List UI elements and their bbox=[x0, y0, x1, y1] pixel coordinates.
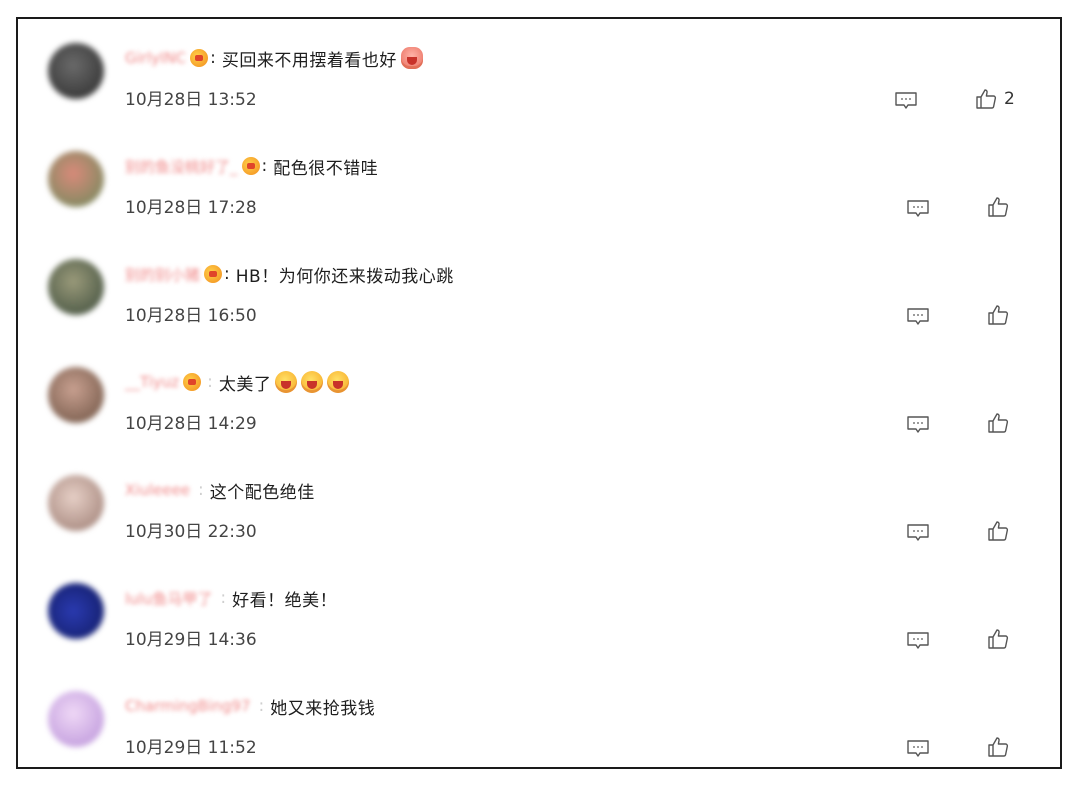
thumbs-up-icon[interactable] bbox=[986, 627, 1010, 651]
username-link[interactable]: __Tiyuz bbox=[125, 373, 179, 391]
thumbs-up-icon[interactable] bbox=[986, 195, 1010, 219]
comment-item: GirlyINC : 买回来不用摆着看也好 10月28日 13:52 2 bbox=[18, 23, 1060, 131]
colon-separator: : bbox=[198, 480, 204, 500]
comment-line: __Tiyuz : 太美了 bbox=[125, 367, 350, 397]
comment-reply-icon[interactable] bbox=[906, 415, 930, 435]
avatar[interactable] bbox=[48, 259, 104, 315]
comment-reply-icon[interactable] bbox=[894, 91, 918, 111]
comment-line: lulu鱼马甲了 : 好看！绝美！ bbox=[125, 583, 337, 613]
comment-item: __Tiyuz : 太美了 10月28日 14:29 bbox=[18, 347, 1060, 455]
comment-text: 太美了 bbox=[218, 374, 272, 395]
comment-item: 别的鱼没桃好了_ : 配色很不错哇 10月28日 17:28 bbox=[18, 131, 1060, 239]
like-count: 2 bbox=[1004, 89, 1015, 109]
comment-timestamp: 10月30日 22:30 bbox=[125, 522, 257, 542]
comment-reply-icon[interactable] bbox=[906, 307, 930, 327]
avatar[interactable] bbox=[48, 475, 104, 531]
colon-separator: : bbox=[220, 588, 227, 608]
avatar[interactable] bbox=[48, 151, 104, 207]
comment-timestamp: 10月28日 13:52 bbox=[125, 90, 257, 110]
username-link[interactable]: CharmingBing97 bbox=[125, 697, 250, 715]
username-link[interactable]: GirlyINC bbox=[125, 49, 186, 67]
comment-timestamp: 10月28日 16:50 bbox=[125, 306, 257, 326]
colon-separator: : bbox=[207, 372, 213, 392]
comment-reply-icon[interactable] bbox=[906, 523, 930, 543]
username-link[interactable]: lulu鱼马甲了 bbox=[125, 588, 212, 609]
comment-text: 配色很不错哇 bbox=[273, 158, 379, 179]
comment-reply-icon[interactable] bbox=[906, 739, 930, 759]
colon-separator: : bbox=[210, 48, 216, 68]
comment-timestamp: 10月29日 11:52 bbox=[125, 738, 257, 758]
comment-line: Xiuleeee : 这个配色绝佳 bbox=[125, 475, 315, 505]
comment-reply-icon[interactable] bbox=[906, 199, 930, 219]
avatar[interactable] bbox=[48, 43, 104, 99]
comment-text: 她又来抢我钱 bbox=[270, 698, 376, 719]
comment-timestamp: 10月29日 14:36 bbox=[125, 630, 257, 650]
comment-item: Xiuleeee : 这个配色绝佳 10月30日 22:30 bbox=[18, 455, 1060, 563]
comments-panel: GirlyINC : 买回来不用摆着看也好 10月28日 13:52 2 别的鱼… bbox=[16, 17, 1062, 769]
comment-text: 买回来不用摆着看也好 bbox=[221, 50, 397, 71]
crying-emoji-icon bbox=[275, 371, 298, 393]
avatar[interactable] bbox=[48, 691, 104, 747]
comment-reply-icon[interactable] bbox=[906, 631, 930, 651]
colon-separator: : bbox=[224, 264, 230, 284]
fan-badge-icon bbox=[183, 373, 202, 391]
username-link[interactable]: 别的别小猪 bbox=[125, 264, 200, 285]
avatar[interactable] bbox=[48, 367, 104, 423]
pig-emoji-icon bbox=[400, 47, 423, 69]
comment-timestamp: 10月28日 14:29 bbox=[125, 414, 257, 434]
comment-line: CharmingBing97 : 她又来抢我钱 bbox=[125, 691, 375, 721]
fan-badge-icon bbox=[190, 49, 209, 67]
comment-timestamp: 10月28日 17:28 bbox=[125, 198, 257, 218]
thumbs-up-icon[interactable] bbox=[986, 735, 1010, 759]
comment-line: GirlyINC : 买回来不用摆着看也好 bbox=[125, 43, 423, 73]
comment-text: HB！为何你还来拨动我心跳 bbox=[235, 266, 454, 287]
colon-separator: : bbox=[258, 696, 265, 716]
crying-emoji-icon bbox=[301, 371, 324, 393]
fan-badge-icon bbox=[241, 157, 260, 175]
comment-text: 这个配色绝佳 bbox=[209, 482, 315, 503]
comment-item: lulu鱼马甲了 : 好看！绝美！ 10月29日 14:36 bbox=[18, 563, 1060, 671]
comment-line: 别的别小猪 : HB！为何你还来拨动我心跳 bbox=[125, 259, 454, 289]
comment-item: 别的别小猪 : HB！为何你还来拨动我心跳 10月28日 16:50 bbox=[18, 239, 1060, 347]
avatar[interactable] bbox=[48, 583, 104, 639]
thumbs-up-icon[interactable] bbox=[986, 519, 1010, 543]
colon-separator: : bbox=[261, 156, 268, 176]
comment-line: 别的鱼没桃好了_ : 配色很不错哇 bbox=[125, 151, 378, 181]
thumbs-up-icon[interactable] bbox=[986, 303, 1010, 327]
username-link[interactable]: 别的鱼没桃好了_ bbox=[125, 156, 238, 177]
comment-item: CharmingBing97 : 她又来抢我钱 10月29日 11:52 bbox=[18, 671, 1060, 779]
thumbs-up-icon[interactable] bbox=[974, 87, 998, 111]
fan-badge-icon bbox=[204, 265, 223, 283]
username-link[interactable]: Xiuleeee bbox=[125, 481, 190, 499]
thumbs-up-icon[interactable] bbox=[986, 411, 1010, 435]
crying-emoji-icon bbox=[327, 371, 350, 393]
comment-text: 好看！绝美！ bbox=[232, 590, 338, 611]
